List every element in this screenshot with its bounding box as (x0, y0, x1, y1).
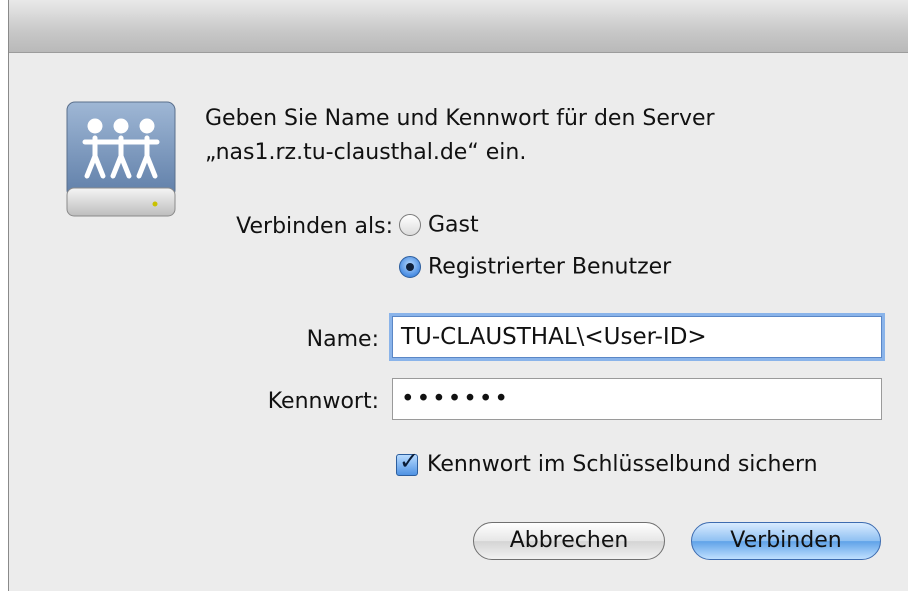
checkmark-icon: ✓ (399, 447, 420, 475)
keychain-label: Kennwort im Schlüsselbund sichern (427, 452, 818, 477)
cancel-button[interactable]: Abbrechen (473, 522, 665, 560)
connect-button[interactable]: Verbinden (691, 522, 881, 560)
keychain-checkbox[interactable]: ✓ (396, 447, 419, 476)
network-server-drive-icon (61, 98, 181, 224)
password-label: Kennwort: (267, 389, 379, 414)
radio-registered-user[interactable]: Registrierter Benutzer (399, 254, 671, 280)
radio-registered-user-button[interactable] (399, 256, 421, 278)
connect-to-server-dialog: Geben Sie Name und Kennwort für den Serv… (8, 0, 908, 591)
window-titlebar[interactable] (9, 0, 908, 53)
radio-guest[interactable]: Gast (399, 212, 479, 238)
name-field[interactable]: TU-CLAUSTHAL\<User-ID> (392, 316, 882, 358)
login-prompt: Geben Sie Name und Kennwort für den Serv… (205, 102, 865, 170)
password-field[interactable]: ••••••• (392, 378, 882, 420)
radio-guest-label: Gast (428, 212, 479, 238)
radio-guest-button[interactable] (399, 214, 421, 236)
radio-registered-user-label: Registrierter Benutzer (428, 254, 672, 280)
prompt-line-1: Geben Sie Name und Kennwort für den Serv… (205, 106, 715, 131)
connect-as-label: Verbinden als: (236, 214, 393, 239)
prompt-line-2: „nas1.rz.tu-clausthal.de“ ein. (205, 140, 527, 165)
name-label: Name: (306, 327, 379, 352)
